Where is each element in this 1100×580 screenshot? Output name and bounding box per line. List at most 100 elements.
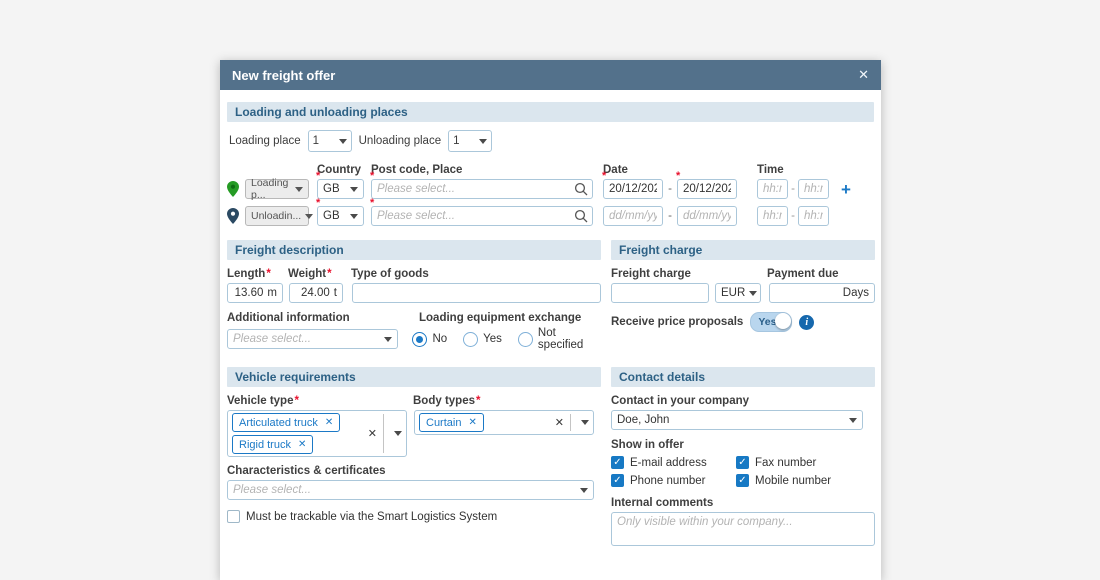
unloading-time-to-input[interactable] (798, 206, 829, 226)
loading-time-to-input[interactable] (798, 179, 829, 199)
section-freight-charge-header: Freight charge (611, 240, 875, 260)
freight-charge-input[interactable] (611, 283, 709, 303)
show-in-offer-label: Show in offer (611, 439, 875, 451)
new-freight-offer-dialog: New freight offer ✕ Loading and unloadin… (220, 60, 881, 580)
trackable-checkbox-row[interactable]: Must be trackable via the Smart Logistic… (227, 510, 601, 523)
checkbox-checked-icon[interactable]: ✓ (611, 456, 624, 469)
chip-articulated-truck[interactable]: Articulated truck ✕ (232, 413, 340, 432)
characteristics-select[interactable]: Please select... (227, 480, 594, 500)
checkbox-checked-icon[interactable]: ✓ (736, 474, 749, 487)
vehicle-requirements-section: Vehicle requirements Vehicle type* Body … (227, 367, 601, 549)
close-icon[interactable]: ✕ (858, 67, 869, 83)
checkbox-checked-icon[interactable]: ✓ (611, 474, 624, 487)
currency-select[interactable]: EUR (715, 283, 761, 303)
date-range-dash: - (663, 210, 677, 222)
length-unit: m (267, 287, 277, 299)
characteristics-placeholder: Please select... (233, 484, 311, 496)
weight-label: Weight* (288, 268, 351, 280)
divider (570, 414, 571, 431)
chevron-down-icon (749, 291, 757, 296)
loading-date-to-input[interactable] (677, 179, 737, 199)
chip-remove-icon[interactable]: ✕ (325, 417, 333, 428)
section-freight-description-header: Freight description (227, 240, 601, 260)
show-fax-checkbox[interactable]: ✓ Fax number (736, 456, 816, 469)
chevron-down-icon[interactable] (581, 420, 589, 425)
radio-icon[interactable] (518, 332, 533, 347)
col-date-label: Date (603, 164, 628, 176)
length-input[interactable]: 13.60 m (227, 283, 283, 303)
checkbox-checked-icon[interactable]: ✓ (736, 456, 749, 469)
desktop-background: { "window": { "title": "New freight offe… (0, 0, 1100, 500)
payment-due-suffix: Days (843, 287, 869, 299)
additional-info-placeholder: Please select... (233, 333, 311, 345)
characteristics-label: Characteristics & certificates (227, 465, 386, 477)
col-place-label: Post code, Place (371, 164, 462, 176)
loading-place-row: Loading p... * GB * * - * - + (227, 179, 874, 199)
col-time-label: Time (757, 164, 784, 176)
required-marker: * (602, 170, 606, 182)
toggle-state-label: Yes (758, 316, 776, 328)
type-of-goods-input[interactable] (352, 283, 601, 303)
search-icon (574, 182, 588, 196)
col-country-label: Country (317, 164, 361, 176)
checkbox-unchecked-icon[interactable] (227, 510, 240, 523)
loading-place-count-select[interactable]: 1 (308, 130, 352, 152)
radio-selected-icon[interactable] (412, 332, 427, 347)
chip-rigid-truck[interactable]: Rigid truck ✕ (232, 435, 313, 454)
add-place-button[interactable]: + (841, 180, 851, 199)
chevron-down-icon (339, 139, 347, 144)
internal-comments-textarea[interactable] (611, 512, 875, 546)
unloading-date-to-input[interactable] (677, 206, 737, 226)
loading-pin-icon (227, 181, 239, 197)
chip-remove-icon[interactable]: ✕ (468, 417, 476, 428)
payment-due-input[interactable]: Days (769, 283, 875, 303)
show-mobile-checkbox[interactable]: ✓ Mobile number (736, 474, 831, 487)
loading-kind-select[interactable]: Loading p... (245, 179, 309, 199)
internal-comments-label: Internal comments (611, 497, 713, 509)
toggle-knob[interactable] (775, 313, 791, 329)
radio-icon[interactable] (463, 332, 478, 347)
contact-select[interactable]: Doe, John (611, 410, 863, 430)
info-icon[interactable]: i (799, 315, 814, 330)
show-email-checkbox[interactable]: ✓ E-mail address (611, 456, 736, 469)
chevron-down-icon[interactable] (394, 431, 402, 436)
freight-charge-label: Freight charge (611, 268, 767, 280)
additional-info-select[interactable]: Please select... (227, 329, 398, 349)
loading-place-search-input[interactable] (371, 179, 593, 199)
unloading-kind-value: Unloadin... (251, 210, 301, 222)
weight-input[interactable]: 24.00 t (289, 283, 343, 303)
unloading-place-search-input[interactable] (371, 206, 593, 226)
search-icon (574, 209, 588, 223)
loading-time-from-input[interactable] (757, 179, 788, 199)
unloading-time-from-input[interactable] (757, 206, 788, 226)
clear-all-icon[interactable]: ✕ (555, 416, 564, 429)
loading-date-from-input[interactable] (603, 179, 663, 199)
clear-all-icon[interactable]: ✕ (368, 427, 377, 440)
equipment-option-no[interactable]: No (412, 332, 447, 347)
chip-curtain[interactable]: Curtain ✕ (419, 413, 484, 432)
unloading-country-select[interactable]: GB (317, 206, 364, 226)
loading-kind-value: Loading p... (251, 177, 291, 201)
body-types-multiselect[interactable]: Curtain ✕ ✕ (414, 410, 594, 435)
unloading-place-count-value: 1 (453, 135, 459, 147)
dialog-title: New freight offer (232, 68, 335, 83)
unloading-place-count-select[interactable]: 1 (448, 130, 492, 152)
loading-place-count-value: 1 (313, 135, 319, 147)
price-proposals-toggle[interactable]: Yes (750, 312, 792, 332)
vehicle-type-multiselect[interactable]: Articulated truck ✕ Rigid truck ✕ ✕ (227, 410, 407, 457)
type-of-goods-label: Type of goods (351, 268, 429, 280)
equipment-option-not-specified[interactable]: Not specified (518, 327, 601, 351)
equipment-option-yes[interactable]: Yes (463, 332, 502, 347)
weight-unit: t (334, 287, 337, 299)
chevron-down-icon (350, 214, 358, 219)
body-types-label: Body types* (413, 395, 480, 407)
unloading-kind-select[interactable]: Unloadin... (245, 206, 309, 226)
required-marker: * (370, 197, 374, 209)
section-contact-header: Contact details (611, 367, 875, 387)
freight-description-section: Freight description Length* Weight* Type… (227, 240, 601, 351)
loading-country-select[interactable]: GB (317, 179, 364, 199)
show-phone-checkbox[interactable]: ✓ Phone number (611, 474, 736, 487)
chip-remove-icon[interactable]: ✕ (298, 439, 306, 450)
unloading-date-from-input[interactable] (603, 206, 663, 226)
unloading-place-count-label: Unloading place (359, 135, 441, 147)
